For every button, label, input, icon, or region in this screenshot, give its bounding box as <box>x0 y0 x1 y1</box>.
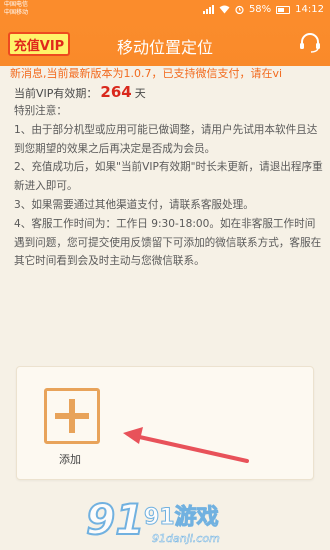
add-button[interactable] <box>44 388 100 444</box>
signal-icon <box>202 5 214 14</box>
notes-section: 特别注意： 1、由于部分机型或应用可能已做调整，请用户先试用本软件且达到您期望的… <box>14 102 324 271</box>
note-item-4: 4、客服工作时间为：工作日 9:30-18:00。如在非客服工作时间遇到问题，您… <box>14 217 322 268</box>
note-item-2: 2、充值成功后，如果"当前VIP有效期"时长未更新，请退出程序重新进入即可。 <box>14 161 323 193</box>
status-indicators: 58% 14:12 <box>202 4 324 15</box>
watermark-logo: 91 91游戏 91danji.com <box>85 494 220 545</box>
clock: 14:12 <box>295 4 324 15</box>
carrier-secondary: 中国移动 <box>4 9 29 16</box>
watermark-text: 91游戏 <box>144 504 219 530</box>
carrier-info: 中国电信 中国移动 <box>4 1 28 17</box>
watermark-url: 91danji.com <box>152 532 220 545</box>
title-bar: 充值VIP 移动位置定位 <box>0 20 330 66</box>
carrier-primary: 中国电信 <box>4 1 29 8</box>
note-item-3: 3、如果需要通过其他渠道支付，请联系客服处理。 <box>14 198 254 211</box>
battery-icon <box>276 5 291 14</box>
note-item-1: 1、由于部分机型或应用可能已做调整，请用户先试用本软件且达到您期望的效果之后再决… <box>14 123 318 155</box>
page-title: 移动位置定位 <box>116 38 213 57</box>
add-card: 添加 <box>16 366 314 480</box>
vip-validity: 当前VIP有效期： 264 天 <box>14 84 146 102</box>
headset-support-icon[interactable] <box>298 32 322 54</box>
notice-marquee: 新消息,当前最新版本为1.0.7，已支持微信支付，请在vi <box>10 67 283 80</box>
add-label: 添加 <box>59 453 81 466</box>
validity-days: 264 <box>100 83 132 101</box>
alarm-icon <box>235 5 244 14</box>
notes-heading: 特别注意： <box>14 105 67 117</box>
wifi-icon <box>219 5 230 14</box>
validity-unit: 天 <box>134 87 146 100</box>
pointer-arrow-icon <box>123 427 249 463</box>
status-bar: 中国电信 中国移动 58% 14:12 <box>0 0 330 20</box>
plus-icon-vertical <box>69 399 75 433</box>
validity-label: 当前VIP有效期： <box>14 87 98 100</box>
battery-percent: 58% <box>248 4 272 15</box>
svg-text:91: 91 <box>86 495 144 544</box>
